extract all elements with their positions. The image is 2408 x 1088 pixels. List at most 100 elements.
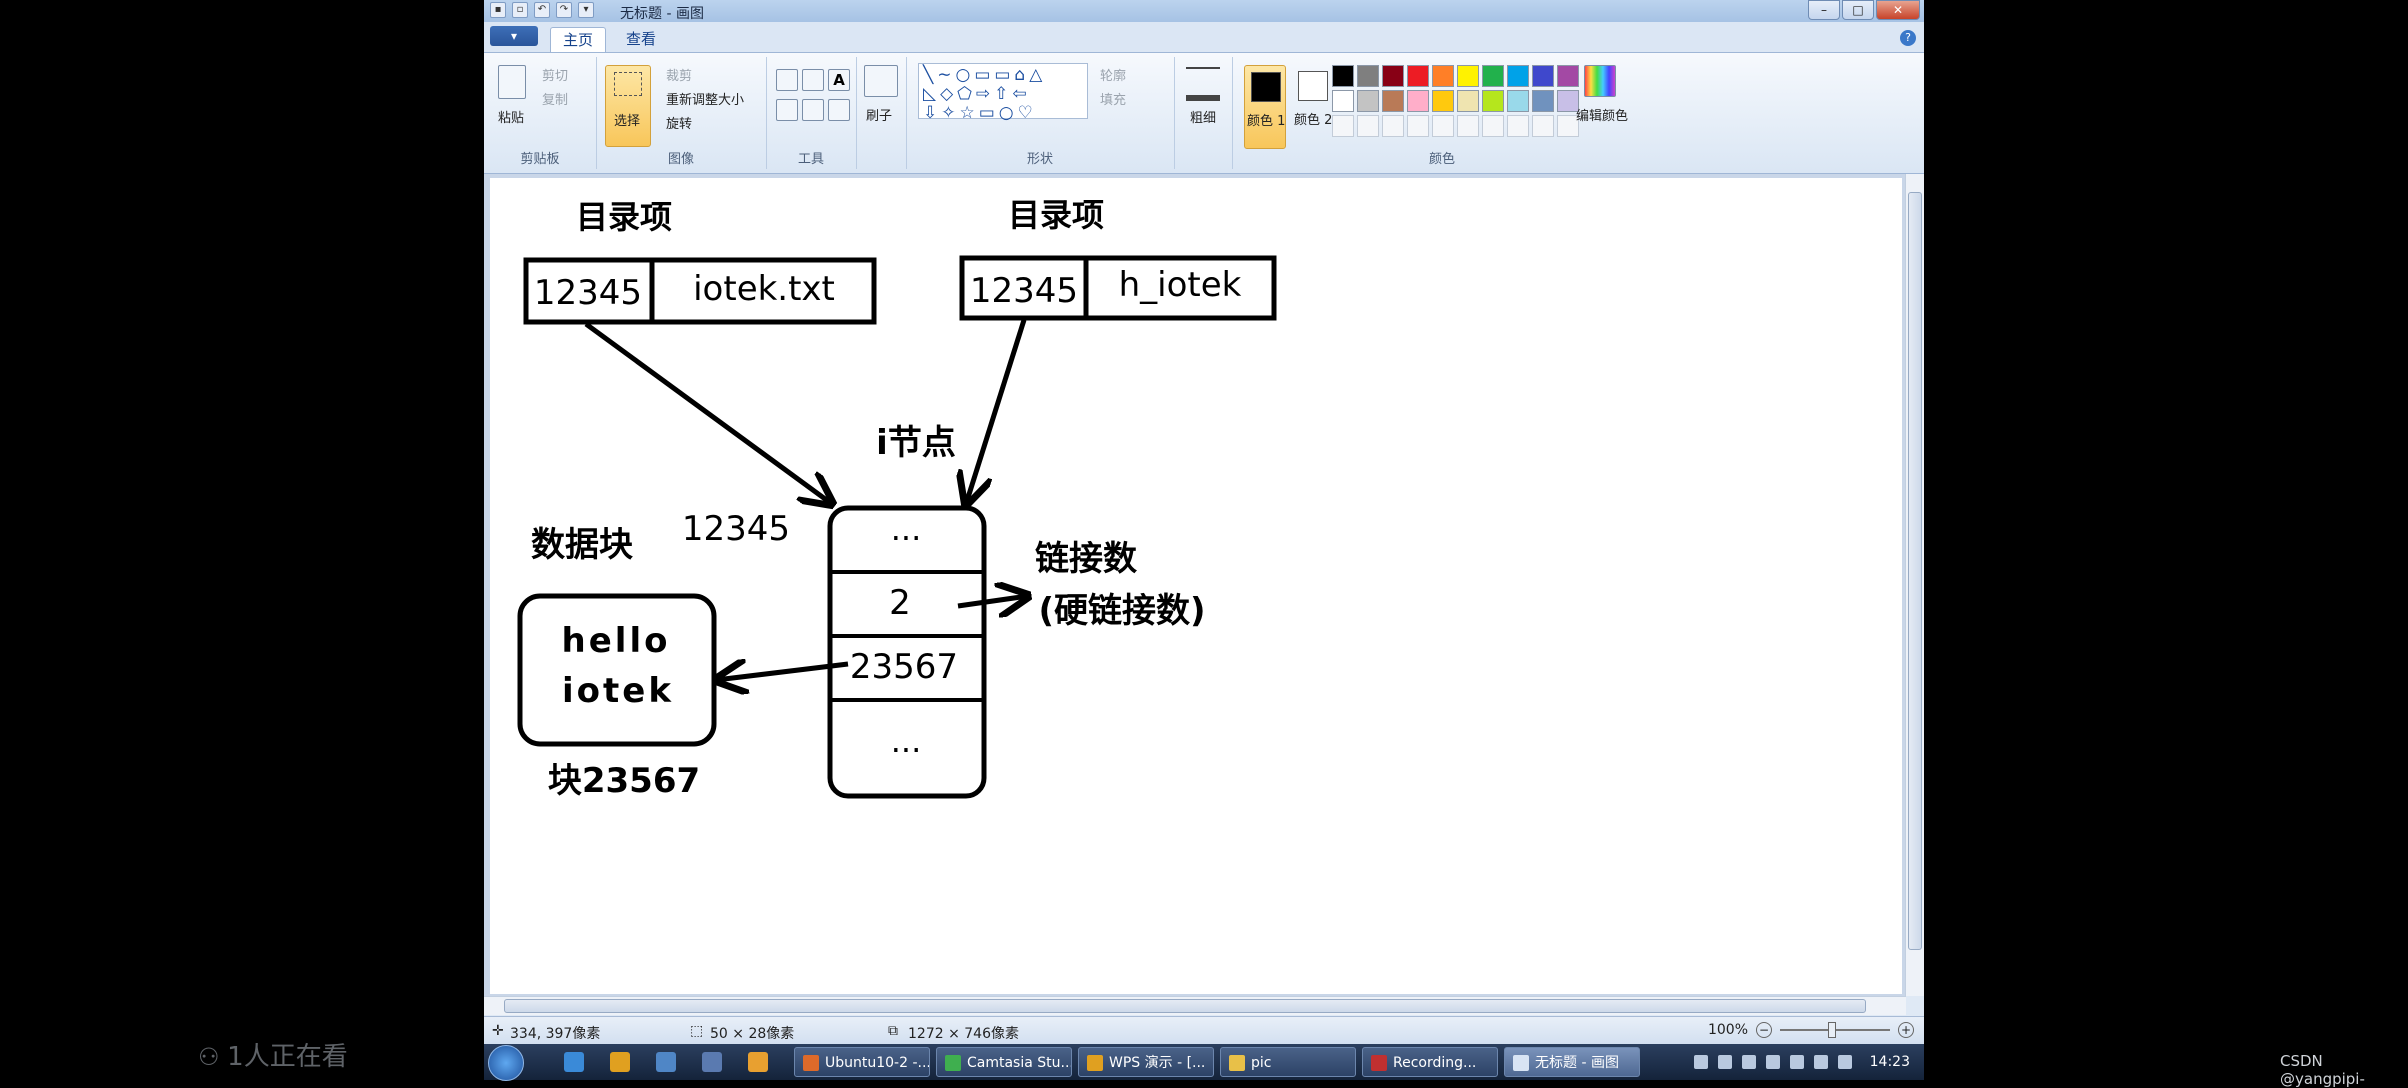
palette-swatch[interactable] (1357, 90, 1379, 112)
palette-swatch[interactable] (1507, 90, 1529, 112)
palette-swatch-empty[interactable] (1357, 115, 1379, 137)
palette-swatch[interactable] (1532, 90, 1554, 112)
fill-icon[interactable] (802, 69, 824, 91)
palette-swatch[interactable] (1507, 65, 1529, 87)
tab-home[interactable]: 主页 (550, 27, 607, 52)
image-size: 1272 × 746像素 (908, 1026, 1019, 1042)
palette-swatch-empty[interactable] (1482, 115, 1504, 137)
palette-swatch[interactable] (1432, 90, 1454, 112)
clock[interactable]: 14:23 (1870, 1054, 1910, 1070)
explorer-icon[interactable] (656, 1052, 676, 1072)
palette-swatch-empty[interactable] (1407, 115, 1429, 137)
volume-icon[interactable] (1789, 1055, 1804, 1069)
flag-icon[interactable] (1813, 1055, 1828, 1069)
task-pic-folder[interactable]: pic (1220, 1047, 1356, 1077)
palette-swatch-empty[interactable] (1382, 115, 1404, 137)
vertical-scroll-thumb[interactable] (1908, 192, 1922, 950)
text-icon[interactable]: A (828, 69, 850, 91)
palette-swatch[interactable] (1407, 90, 1429, 112)
size-button[interactable]: 粗细 (1190, 107, 1216, 126)
network-icon[interactable] (1741, 1055, 1756, 1069)
brush-icon[interactable] (864, 65, 898, 97)
color-picker-icon[interactable] (802, 99, 824, 121)
fill-button[interactable]: 填充 (1100, 89, 1126, 108)
task-wps[interactable]: WPS 演示 - [... (1078, 1047, 1214, 1077)
horizontal-scroll-thumb[interactable] (504, 999, 1866, 1013)
color1-button[interactable]: 颜色 1 (1244, 65, 1286, 149)
palette-swatch[interactable] (1382, 90, 1404, 112)
palette-swatch-empty[interactable] (1457, 115, 1479, 137)
shapes-gallery[interactable]: ╲∼○▭▭⌂△ ◺◇⬠⇨⇧⇦ ⇩✧☆▭○♡ (918, 63, 1088, 123)
cut-button[interactable]: 剪切 (542, 65, 568, 84)
outline-button[interactable]: 轮廓 (1100, 65, 1126, 84)
csdn-watermark: CSDN @yangpipi- (2280, 1052, 2365, 1088)
eraser-icon[interactable] (776, 99, 798, 121)
undo-icon[interactable]: ↶ (534, 2, 550, 18)
ie-icon[interactable] (564, 1052, 584, 1072)
rotate-button[interactable]: 旋转 (666, 113, 692, 132)
palette-swatch[interactable] (1407, 65, 1429, 87)
vertical-scrollbar[interactable] (1905, 174, 1924, 996)
minimize-button[interactable]: – (1808, 0, 1840, 20)
desktop-icon[interactable] (702, 1052, 722, 1072)
edit-colors-icon[interactable] (1584, 65, 1616, 97)
palette-swatch-empty[interactable] (1507, 115, 1529, 137)
magnifier-icon[interactable] (828, 99, 850, 121)
paint-app-icon[interactable]: ▪ (490, 2, 506, 18)
customize-qat-icon[interactable]: ▾ (578, 2, 594, 18)
pencil-icon[interactable] (776, 69, 798, 91)
palette-swatch[interactable] (1432, 65, 1454, 87)
palette-swatch[interactable] (1332, 90, 1354, 112)
app-menu-button[interactable]: ▾ (490, 26, 538, 46)
palette-swatch[interactable] (1457, 90, 1479, 112)
zoom-out-icon[interactable]: − (1756, 1022, 1772, 1038)
zoom-slider[interactable] (1780, 1022, 1890, 1038)
shapes-group-label: 形状 (1026, 152, 1053, 167)
palette-swatch[interactable] (1482, 65, 1504, 87)
shield-icon[interactable] (1717, 1055, 1732, 1069)
palette-swatch[interactable] (1332, 65, 1354, 87)
palette-swatch[interactable] (1482, 90, 1504, 112)
monitor-icon[interactable] (1837, 1055, 1852, 1069)
palette-swatch-empty[interactable] (1532, 115, 1554, 137)
save-icon[interactable]: ▫ (512, 2, 528, 18)
palette-swatch-empty[interactable] (1332, 115, 1354, 137)
line-size-icon[interactable] (1186, 67, 1220, 101)
display-icon[interactable] (1765, 1055, 1780, 1069)
drawing-canvas[interactable]: 目录项 目录项 12345 iotek.txt 12345 h_iotek i节… (490, 178, 1902, 994)
task-paint[interactable]: 无标题 - 画图 (1504, 1047, 1640, 1077)
palette-swatch[interactable] (1382, 65, 1404, 87)
paste-button[interactable]: 粘贴 (498, 107, 524, 126)
keyboard-icon[interactable] (1693, 1055, 1708, 1069)
crop-button[interactable]: 裁剪 (666, 65, 692, 84)
media-player-icon[interactable] (610, 1052, 630, 1072)
task-ubuntu[interactable]: Ubuntu10-2 -... (794, 1047, 930, 1077)
paste-icon[interactable] (498, 65, 526, 99)
zoom-in-icon[interactable]: + (1898, 1022, 1914, 1038)
palette-swatch-empty[interactable] (1432, 115, 1454, 137)
tab-view[interactable]: 查看 (614, 27, 668, 51)
help-icon[interactable]: ? (1900, 30, 1916, 46)
start-button[interactable] (488, 1045, 524, 1081)
resize-button[interactable]: 重新调整大小 (666, 89, 744, 108)
zoom-slider-handle[interactable] (1828, 1022, 1836, 1038)
palette-swatch[interactable] (1557, 65, 1579, 87)
maximize-button[interactable]: □ (1842, 0, 1874, 20)
paint-icon (1513, 1055, 1529, 1071)
app-shortcut-icon[interactable] (748, 1052, 768, 1072)
close-button[interactable]: ✕ (1876, 0, 1920, 20)
color2-button[interactable]: 颜色 2 (1292, 65, 1332, 147)
task-camtasia[interactable]: Camtasia Stu... (936, 1047, 1072, 1077)
select-button[interactable]: 选择 (605, 65, 651, 147)
copy-button[interactable]: 复制 (542, 89, 568, 108)
palette-swatch[interactable] (1532, 65, 1554, 87)
task-recording[interactable]: Recording... (1362, 1047, 1498, 1077)
palette-swatch[interactable] (1357, 65, 1379, 87)
horizontal-scrollbar[interactable] (484, 996, 1906, 1015)
palette-swatch[interactable] (1457, 65, 1479, 87)
redo-icon[interactable]: ↷ (556, 2, 572, 18)
canvas-area: 目录项 目录项 12345 iotek.txt 12345 h_iotek i节… (484, 174, 1906, 996)
edit-colors-button[interactable]: 编辑颜色 (1576, 105, 1628, 124)
brushes-button[interactable]: 刷子 (866, 105, 892, 124)
ribbon-tabs: ▾ 主页 查看 ? (484, 22, 1924, 53)
